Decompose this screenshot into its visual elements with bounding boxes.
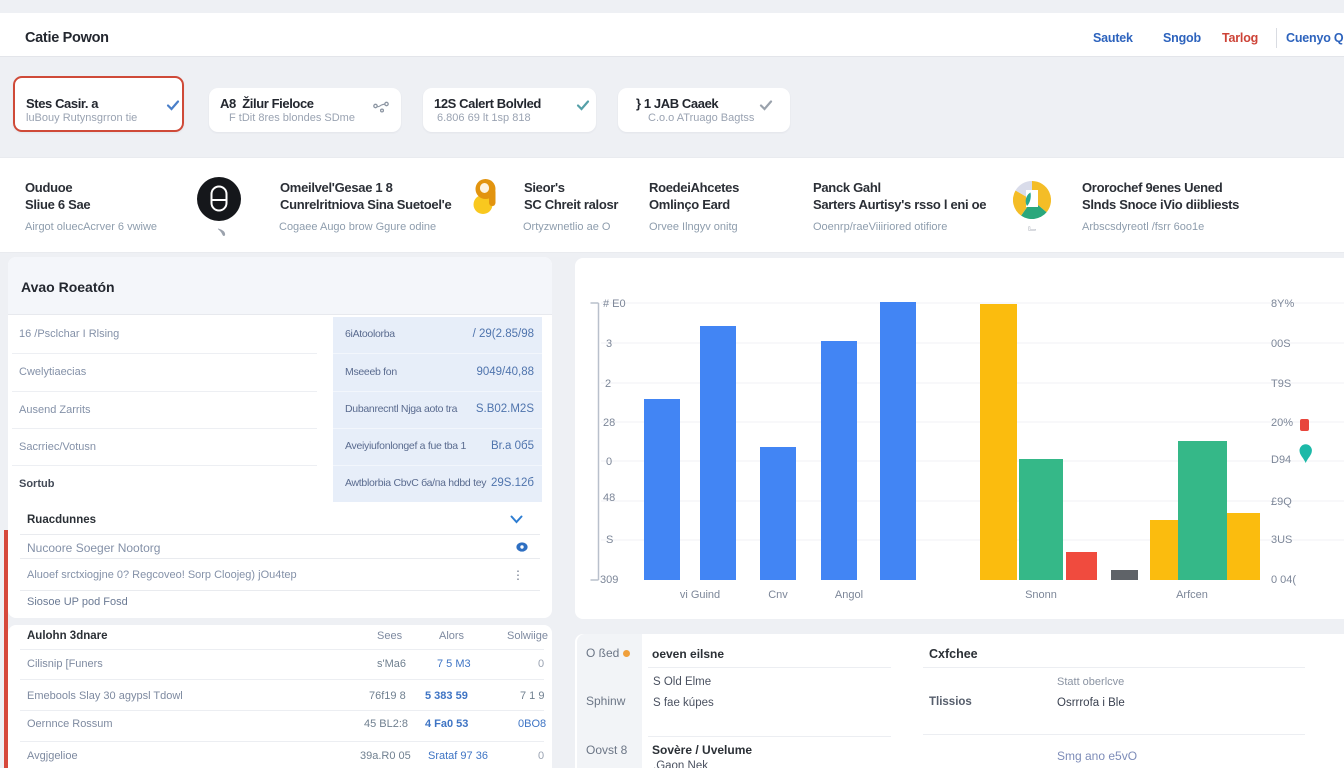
svg-text:3US: 3US bbox=[1271, 534, 1292, 546]
svg-text:Angol: Angol bbox=[835, 589, 863, 601]
svg-text:# E0: # E0 bbox=[603, 298, 626, 310]
svg-text:28: 28 bbox=[603, 417, 615, 429]
svg-text:D94: D94 bbox=[1271, 454, 1291, 466]
svg-text:Snonn: Snonn bbox=[1025, 589, 1057, 601]
svg-text:309: 309 bbox=[600, 574, 618, 586]
svg-text:00S: 00S bbox=[1271, 338, 1291, 350]
svg-text:Cnv: Cnv bbox=[768, 589, 788, 601]
svg-text:8Y%: 8Y% bbox=[1271, 298, 1294, 310]
svg-text:3: 3 bbox=[606, 338, 612, 350]
svg-text:20%: 20% bbox=[1271, 417, 1293, 429]
svg-text:0: 0 bbox=[606, 456, 612, 468]
svg-text:48: 48 bbox=[603, 492, 615, 504]
svg-text:vi Guind: vi Guind bbox=[680, 589, 720, 601]
svg-text:S: S bbox=[606, 534, 613, 546]
svg-text:£9Q: £9Q bbox=[1271, 496, 1292, 508]
svg-text:Arfcen: Arfcen bbox=[1176, 589, 1208, 601]
svg-text:2: 2 bbox=[605, 378, 611, 390]
svg-text:0 04(: 0 04( bbox=[1271, 574, 1296, 586]
svg-text:T9S: T9S bbox=[1271, 378, 1291, 390]
